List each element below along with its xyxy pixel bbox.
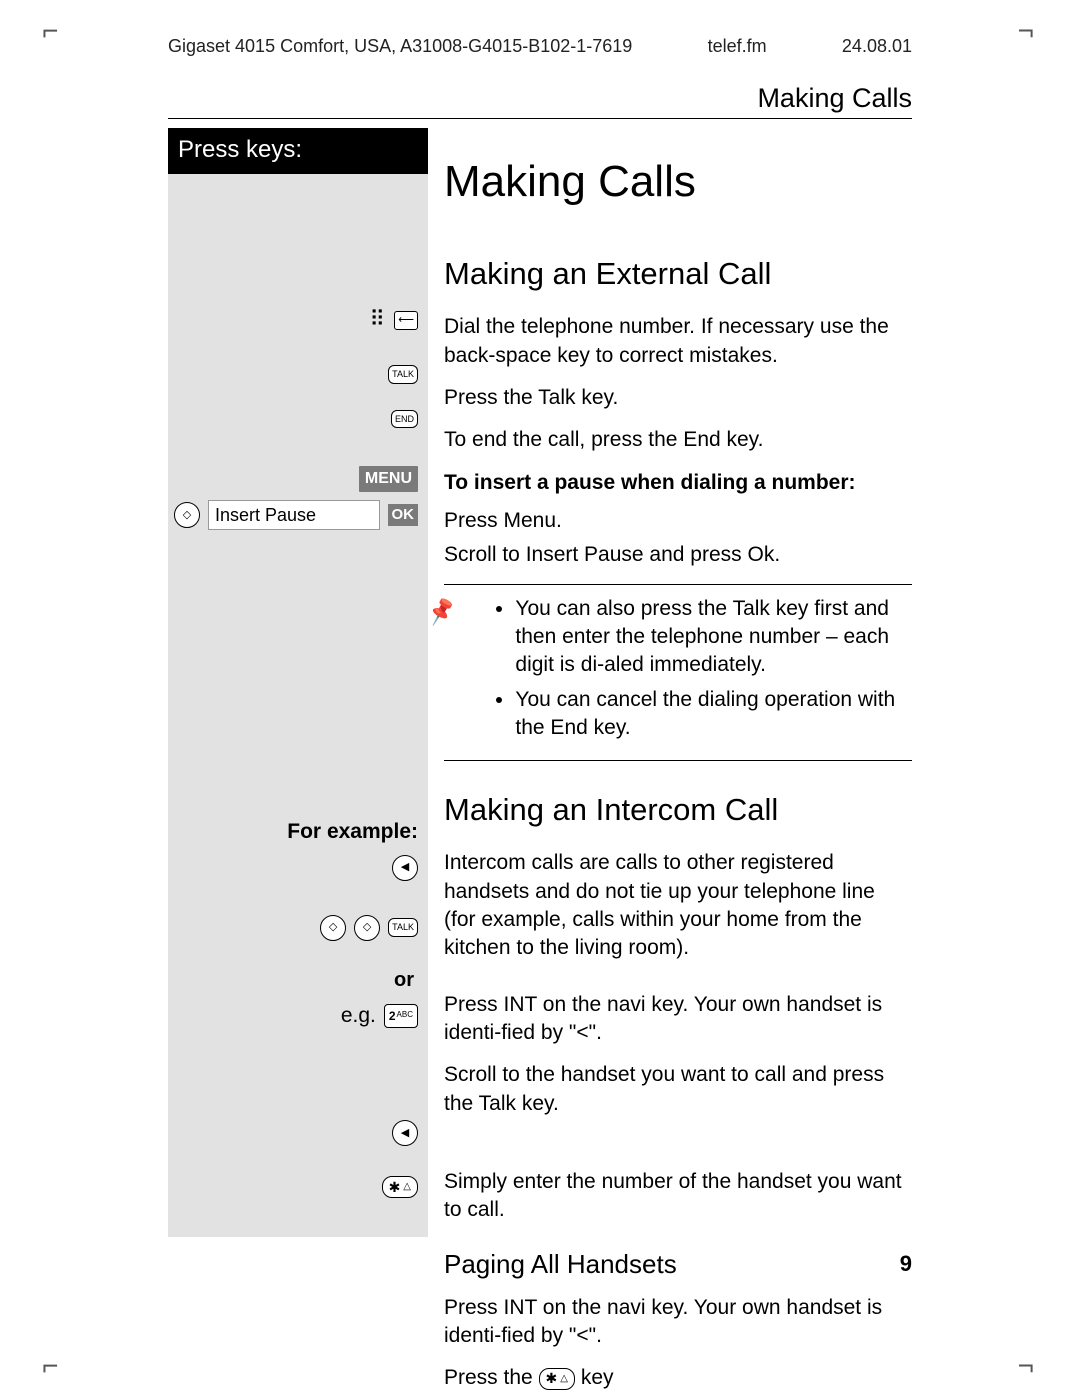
p-end: To end the call, press the End key. [444, 426, 912, 454]
keyrow-talk: TALK [168, 361, 428, 388]
sidebar-title: Press keys: [168, 128, 428, 174]
cropmark: ¬ [1018, 1347, 1034, 1385]
note-box: 📌 You can also press the Talk key first … [444, 584, 912, 762]
keypad-icon: ⠿ [368, 306, 386, 334]
doc-header: Gigaset 4015 Comfort, USA, A31008-G4015-… [168, 34, 912, 58]
star-key-icon: ✱ △ [382, 1176, 418, 1198]
cropmark: ¬ [1018, 12, 1034, 50]
keyrow-int: ◀ [168, 851, 428, 885]
p-talk: Press the Talk key. [444, 384, 912, 412]
keyrow-dial: ⠿ ⟵ [168, 302, 428, 338]
cropmark: ⌐ [42, 12, 58, 50]
keyrow-int-paging: ◀ [168, 1116, 428, 1150]
navi-key-int-icon: ◀ [392, 1120, 418, 1146]
main-column: Making Calls Making an External Call Dia… [428, 128, 912, 1237]
p-int-enter: Simply enter the number of the handset y… [444, 1168, 912, 1225]
note-item: You can also press the Talk key first an… [515, 595, 912, 680]
header-right: 24.08.01 [842, 34, 912, 58]
keyrow-star: ✱ △ [168, 1172, 428, 1202]
p-int-scroll: Scroll to the handset you want to call a… [444, 1061, 912, 1118]
p-int-press: Press INT on the navi key. Your own hand… [444, 991, 912, 1048]
talk-key-icon: TALK [388, 365, 418, 384]
header-left: Gigaset 4015 Comfort, USA, A31008-G4015-… [168, 34, 632, 58]
navi-key-int-icon: ◀ [392, 855, 418, 881]
menu-softkey: MENU [359, 466, 418, 492]
press-keys-sidebar: Press keys: ⠿ ⟵ TALK END MENU ◇ Insert P… [168, 128, 428, 1237]
p-insert-pause-heading: To insert a pause when dialing a number: [444, 469, 912, 497]
backspace-icon: ⟵ [394, 311, 418, 330]
p-dial: Dial the telephone number. If necessary … [444, 313, 912, 370]
pin-icon: 📌 [425, 594, 491, 750]
keyrow-eg2: e.g. 2ABC [168, 998, 428, 1034]
section-intercom: Making an Intercom Call [444, 789, 912, 831]
running-head: Making Calls [168, 80, 912, 119]
p-press-menu: Press Menu. [444, 507, 912, 535]
keyrow-end: END [168, 406, 428, 433]
p-scroll-ok: Scroll to Insert Pause and press Ok. [444, 541, 912, 569]
section-external-call: Making an External Call [444, 253, 912, 295]
cropmark: ⌐ [42, 1347, 58, 1385]
keyrow-menu: MENU [168, 462, 428, 496]
keyrow-scroll-talk: ◇ ◇ TALK [168, 911, 428, 945]
talk-key-icon: TALK [388, 918, 418, 937]
display-insert-pause: Insert Pause [208, 500, 380, 530]
navi-key-icon: ◇ [320, 915, 346, 941]
end-key-icon: END [391, 410, 418, 429]
navi-key-icon: ◇ [174, 502, 200, 528]
section-paging: Paging All Handsets [444, 1247, 912, 1282]
p-paging-int: Press INT on the navi key. Your own hand… [444, 1294, 912, 1351]
or-label: or [168, 963, 428, 998]
header-center: telef.fm [708, 34, 767, 58]
for-example-label: For example: [168, 814, 428, 850]
p-paging-star: Press the ✱ △ key [444, 1364, 912, 1392]
keyrow-insert-pause: ◇ Insert Pause OK [168, 496, 428, 534]
page-number: 9 [900, 1249, 912, 1279]
digit-2-key: 2ABC [384, 1004, 418, 1028]
note-item: You can cancel the dialing operation wit… [515, 686, 912, 743]
eg-label: e.g. [341, 1002, 376, 1030]
p-intercom-desc: Intercom calls are calls to other regist… [444, 849, 912, 962]
navi-key-icon: ◇ [354, 915, 380, 941]
star-key-icon-inline: ✱ △ [539, 1368, 575, 1390]
ok-softkey: OK [388, 504, 419, 526]
page-title: Making Calls [444, 152, 912, 211]
